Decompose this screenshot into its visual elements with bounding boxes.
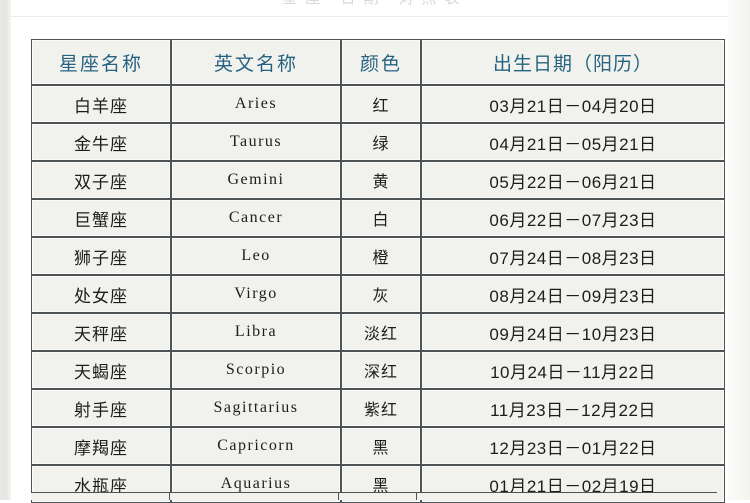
- cell-birth-date: 07月24日－08月23日: [421, 237, 725, 275]
- cell-color: 绿: [341, 123, 421, 161]
- cell-name-cn: 狮子座: [31, 237, 171, 275]
- table-header: 星座名称 英文名称 颜色 出生日期（阳历）: [31, 39, 725, 85]
- cell-color: 黑: [341, 427, 421, 465]
- table-row: 处女座 Virgo 灰 08月24日－09月23日: [31, 275, 725, 313]
- bottom-cropped-cell-4: [417, 493, 717, 500]
- cell-color: 红: [341, 85, 421, 123]
- bottom-cropped-row: [31, 492, 717, 500]
- table-row: 天秤座 Libra 淡红 09月24日－10月23日: [31, 313, 725, 351]
- cell-name-en: Taurus: [171, 123, 341, 161]
- zodiac-table: 星座名称 英文名称 颜色 出生日期（阳历） 白羊座 Aries 红 03月21日－04…: [31, 39, 725, 503]
- cell-name-cn: 天秤座: [31, 313, 171, 351]
- cell-name-en: Sagittarius: [171, 389, 341, 427]
- cell-name-en: Cancer: [171, 199, 341, 237]
- cell-birth-date: 09月24日－10月23日: [421, 313, 725, 351]
- cell-name-cn: 双子座: [31, 161, 171, 199]
- table-row: 双子座 Gemini 黄 05月22日－06月21日: [31, 161, 725, 199]
- left-gutter: [0, 0, 11, 500]
- table-row: 天蝎座 Scorpio 深红 10月24日－11月22日: [31, 351, 725, 389]
- cell-color: 淡红: [341, 313, 421, 351]
- cell-color: 橙: [341, 237, 421, 275]
- cell-name-cn: 巨蟹座: [31, 199, 171, 237]
- table-row: 金牛座 Taurus 绿 04月21日－05月21日: [31, 123, 725, 161]
- page-background: 星座 日期 对照表 星座名称 英文名称 颜色 出生日期（阳历） 白羊座Aries…: [0, 0, 750, 503]
- cell-birth-date: 03月21日－04月20日: [421, 85, 725, 123]
- cell-color: 紫红: [341, 389, 421, 427]
- bottom-cropped-cell-2: [170, 493, 339, 500]
- cell-name-cn: 摩羯座: [31, 427, 171, 465]
- cell-name-en: Capricorn: [171, 427, 341, 465]
- table-row: 射手座 Sagittarius 紫红 11月23日－12月22日: [31, 389, 725, 427]
- cell-color: 白: [341, 199, 421, 237]
- cell-birth-date: 06月22日－07月23日: [421, 199, 725, 237]
- cell-birth-date: 04月21日－05月21日: [421, 123, 725, 161]
- bottom-cropped-cell-1: [31, 493, 170, 500]
- cell-color: 黄: [341, 161, 421, 199]
- cell-birth-date: 05月22日－06月21日: [421, 161, 725, 199]
- column-header-name-en: 英文名称: [171, 39, 341, 85]
- cell-name-en: Scorpio: [171, 351, 341, 389]
- cell-name-en: Aries: [171, 85, 341, 123]
- cell-birth-date: 08月24日－09月23日: [421, 275, 725, 313]
- column-header-color: 颜色: [341, 39, 421, 85]
- cell-color: 深红: [341, 351, 421, 389]
- bottom-cropped-cell-3: [339, 493, 418, 500]
- table-row: 白羊座 Aries 红 03月21日－04月20日: [31, 85, 725, 123]
- cell-name-cn: 射手座: [31, 389, 171, 427]
- right-margin: [728, 0, 750, 500]
- cell-name-en: Libra: [171, 313, 341, 351]
- cell-name-en: Gemini: [171, 161, 341, 199]
- cell-birth-date: 10月24日－11月22日: [421, 351, 725, 389]
- column-header-birth-date: 出生日期（阳历）: [421, 39, 725, 85]
- cell-name-en: Virgo: [171, 275, 341, 313]
- cell-birth-date: 12月23日－01月22日: [421, 427, 725, 465]
- cell-name-cn: 处女座: [31, 275, 171, 313]
- table-row: 狮子座 Leo 橙 07月24日－08月23日: [31, 237, 725, 275]
- table-row: 摩羯座 Capricorn 黑 12月23日－01月22日: [31, 427, 725, 465]
- cell-birth-date: 11月23日－12月22日: [421, 389, 725, 427]
- cell-name-en: Leo: [171, 237, 341, 275]
- table-row: 巨蟹座 Cancer 白 06月22日－07月23日: [31, 199, 725, 237]
- top-divider-rule: [11, 16, 728, 17]
- bottom-cropped-row-strip: [31, 492, 717, 500]
- table-body: 白羊座 Aries 红 03月21日－04月20日 金牛座 Taurus 绿 04月21日－0…: [31, 85, 725, 503]
- cell-color: 灰: [341, 275, 421, 313]
- top-cropped-heading: 星座 日期 对照表: [0, 0, 750, 16]
- top-cropped-heading-text: 星座 日期 对照表: [0, 0, 750, 8]
- column-header-name-cn: 星座名称: [31, 39, 171, 85]
- table-header-row: 星座名称 英文名称 颜色 出生日期（阳历）: [31, 39, 725, 85]
- cell-name-cn: 白羊座: [31, 85, 171, 123]
- cell-name-cn: 金牛座: [31, 123, 171, 161]
- cell-name-cn: 天蝎座: [31, 351, 171, 389]
